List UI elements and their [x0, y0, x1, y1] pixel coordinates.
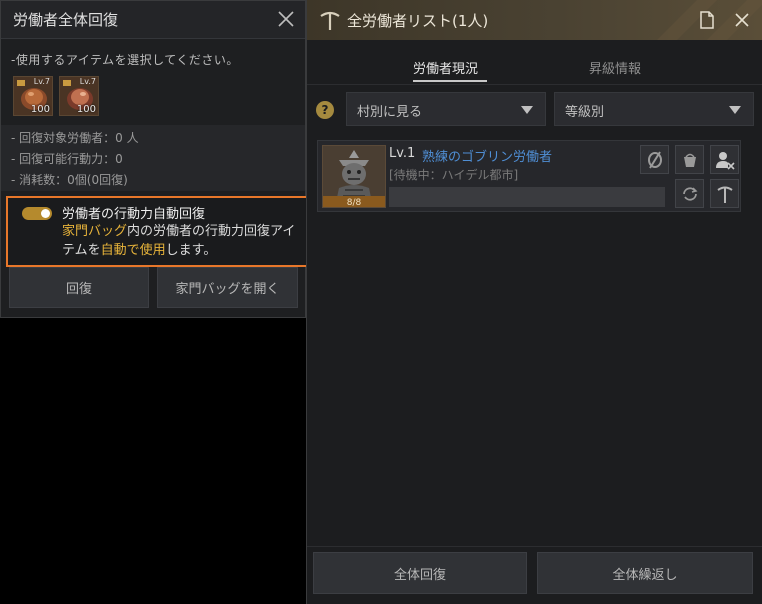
- help-icon[interactable]: ?: [316, 101, 334, 119]
- auto-recover-description: 家門バッグ内の労働者の行動力回復アイテムを自動で使用します。: [62, 222, 298, 260]
- worker-portrait[interactable]: 8/8: [322, 145, 386, 208]
- close-icon[interactable]: [275, 8, 297, 30]
- feed-icon: [683, 153, 696, 167]
- feed-button[interactable]: [675, 145, 704, 174]
- recover-button[interactable]: 回復: [9, 267, 149, 308]
- item-count: 100: [30, 104, 50, 115]
- dropdown-value: 村別に見る: [357, 105, 423, 120]
- worker-list-panel: 全労働者リスト(1人) 労働者現況 昇級情報 ? 村別に見る 等級別 8/8 L…: [306, 0, 762, 604]
- divider: [307, 546, 762, 547]
- item-level: Lv.7: [33, 77, 50, 86]
- cancel-action-icon: [647, 150, 662, 169]
- pickaxe-icon: [320, 11, 340, 30]
- panel-title: 全労働者リスト(1人): [347, 12, 489, 30]
- open-family-bag-button[interactable]: 家門バッグを開く: [157, 267, 298, 308]
- stamina-value: 8/8: [346, 198, 362, 208]
- repeat-icon: [682, 186, 697, 201]
- active-tab-indicator: [413, 80, 487, 82]
- repeat-button[interactable]: [675, 179, 704, 208]
- tab-promotion-info[interactable]: 昇級情報: [589, 58, 641, 77]
- family-bag-highlight: 家門バッグ: [62, 224, 128, 239]
- target-workers-stat: - 回復対象労働者：0 人: [11, 131, 139, 145]
- worker-card[interactable]: 8/8 Lv.1 熟練のゴブリン労働者 [待機中：ハイデル都市]: [317, 140, 741, 212]
- tab-worker-status[interactable]: 労働者現況: [413, 58, 478, 77]
- worker-level: Lv.1: [389, 146, 416, 161]
- item-select-prompt: -使用するアイテムを選択してください。: [11, 53, 239, 67]
- worker-name[interactable]: 熟練のゴブリン労働者: [422, 146, 552, 165]
- divider: [307, 84, 762, 85]
- item-level: Lv.7: [79, 77, 96, 86]
- recovery-item-slot[interactable]: Lv.7 100: [13, 76, 53, 116]
- auto-use-highlight: 自動で使用: [100, 243, 166, 258]
- auto-recover-box: 労働者の行動力自動回復 家門バッグ内の労働者の行動力回復アイテムを自動で使用しま…: [6, 196, 308, 267]
- worker-list-area: [307, 222, 762, 542]
- recovery-item-slot[interactable]: Lv.7 100: [59, 76, 99, 116]
- close-icon[interactable]: [732, 10, 752, 30]
- worker-recovery-panel: 労働者全体回復 -使用するアイテムを選択してください。 Lv.7 100 Lv.…: [0, 0, 308, 318]
- repeat-all-button[interactable]: 全体繰返し: [537, 552, 753, 594]
- panel-header: 全労働者リスト(1人): [307, 0, 762, 40]
- auto-recover-toggle[interactable]: [22, 207, 52, 220]
- fire-worker-button[interactable]: [710, 145, 739, 174]
- tool-button[interactable]: [710, 179, 739, 208]
- auto-recover-title: 労働者の行動力自動回復: [62, 207, 206, 222]
- description-text: します。: [165, 243, 217, 258]
- panel-title: 労働者全体回復: [13, 11, 119, 29]
- recovery-stats: - 回復対象労働者：0 人 - 回復可能行動力：0 - 消耗数：0個(0回復): [1, 125, 305, 191]
- recover-all-button[interactable]: 全体回復: [313, 552, 527, 594]
- worker-location: [待機中：ハイデル都市]: [389, 168, 519, 182]
- fire-worker-icon: [715, 151, 735, 170]
- worker-progress-bar: [389, 187, 665, 207]
- item-count: 100: [76, 104, 96, 115]
- document-icon[interactable]: [698, 11, 716, 29]
- village-filter-dropdown[interactable]: 村別に見る: [346, 92, 546, 126]
- consumption-stat: - 消耗数：0個(0回復): [11, 173, 128, 187]
- panel-header: 労働者全体回復: [1, 1, 305, 39]
- dropdown-value: 等級別: [565, 105, 605, 120]
- dropdown-arrow-icon: [521, 106, 533, 114]
- tool-icon: [716, 186, 733, 203]
- grade-filter-dropdown[interactable]: 等級別: [554, 92, 754, 126]
- dropdown-arrow-icon: [729, 106, 741, 114]
- recoverable-stamina-stat: - 回復可能行動力：0: [11, 152, 123, 166]
- toggle-knob: [41, 209, 50, 218]
- cancel-action-button[interactable]: [640, 145, 669, 174]
